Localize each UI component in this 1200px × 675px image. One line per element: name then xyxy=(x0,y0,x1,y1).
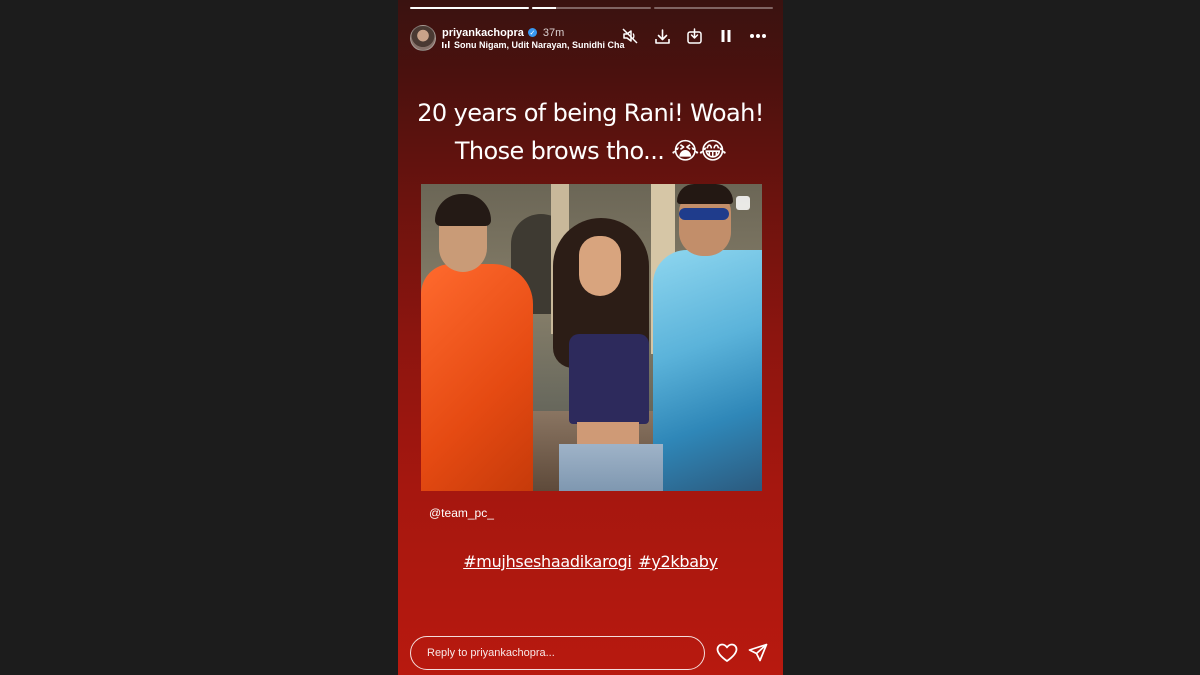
pause-button[interactable] xyxy=(717,27,735,45)
progress-fill xyxy=(410,7,529,9)
reply-input[interactable] xyxy=(410,636,705,670)
story-viewer: priyankachopra ✓ 37m Sonu Nigam, Udit Na… xyxy=(398,0,783,675)
mute-button[interactable] xyxy=(621,27,639,45)
music-bars-icon xyxy=(442,40,450,48)
progress-segment xyxy=(410,7,529,9)
download-icon xyxy=(654,28,670,44)
like-button[interactable] xyxy=(716,643,738,663)
person-center-jeans xyxy=(559,444,663,491)
mention-link[interactable]: @team_pc_ xyxy=(429,506,494,520)
download-video-icon xyxy=(686,27,702,44)
pause-icon xyxy=(721,30,731,42)
post-time: 37m xyxy=(542,26,565,39)
story-photo[interactable] xyxy=(421,184,762,491)
more-horizontal-icon xyxy=(750,34,766,38)
music-row[interactable]: Sonu Nigam, Udit Narayan, Sunidhi Cha xyxy=(442,40,628,50)
avatar[interactable] xyxy=(410,25,436,51)
story-header: priyankachopra ✓ 37m Sonu Nigam, Udit Na… xyxy=(410,24,771,52)
person-right-hair xyxy=(677,184,733,204)
caption-line: 20 years of being Rani! Woah! xyxy=(417,99,764,127)
person-left xyxy=(421,264,533,491)
send-icon xyxy=(748,643,768,662)
hashtag-link[interactable]: #mujhseshaadikarogi xyxy=(463,552,632,571)
hashtag-link[interactable]: #y2kbaby xyxy=(638,552,718,571)
heart-icon xyxy=(716,643,738,662)
story-meta: priyankachopra ✓ 37m Sonu Nigam, Udit Na… xyxy=(442,27,628,50)
story-progress xyxy=(410,7,773,10)
multiple-photos-icon xyxy=(736,196,750,210)
sunglasses xyxy=(679,208,729,220)
progress-fill xyxy=(532,7,556,9)
progress-segment xyxy=(532,7,651,9)
person-center xyxy=(569,334,649,424)
person-center-head xyxy=(579,236,621,296)
more-options-button[interactable] xyxy=(749,27,767,45)
progress-segment xyxy=(654,7,773,9)
story-controls xyxy=(621,27,767,45)
user-row: priyankachopra ✓ 37m xyxy=(442,27,628,39)
share-button[interactable] xyxy=(748,643,768,663)
speaker-muted-icon xyxy=(622,28,638,44)
save-video-button[interactable] xyxy=(685,27,703,45)
person-center-midriff xyxy=(577,422,639,446)
verified-badge-icon: ✓ xyxy=(527,28,537,37)
hashtags: #mujhseshaadikarogi #y2kbaby xyxy=(398,552,783,571)
download-button[interactable] xyxy=(653,27,671,45)
person-left-hair xyxy=(435,194,491,226)
person-right xyxy=(653,250,762,491)
story-caption: 20 years of being Rani! Woah! Those brow… xyxy=(398,94,783,170)
username[interactable]: priyankachopra xyxy=(442,27,524,39)
music-artist-label: Sonu Nigam, Udit Narayan, Sunidhi Cha xyxy=(454,39,625,50)
caption-line: Those brows tho... 😭😂 xyxy=(454,137,727,165)
